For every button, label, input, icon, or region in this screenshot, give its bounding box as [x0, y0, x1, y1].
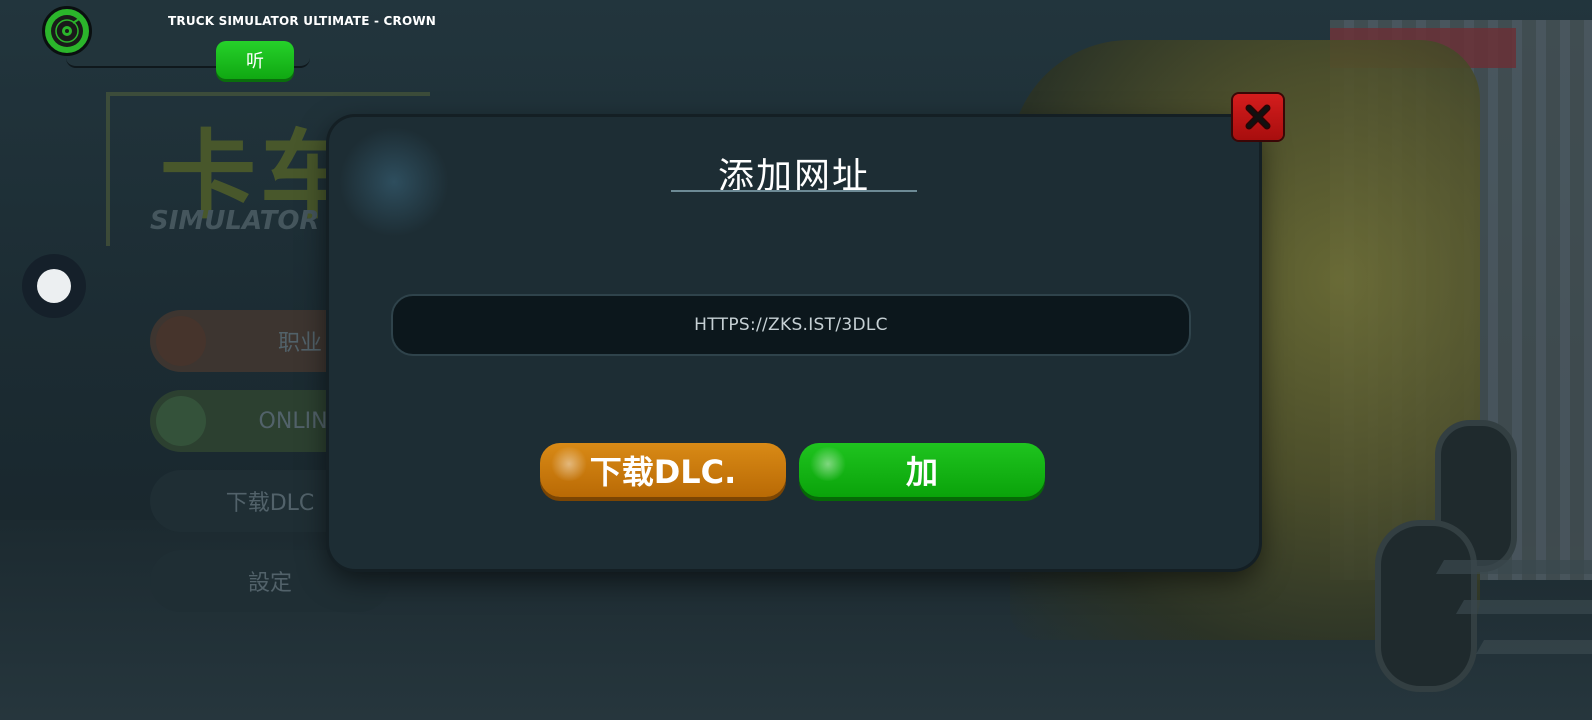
url-input[interactable]: HTTPS://ZKS.IST/3DLC [391, 294, 1191, 356]
add-url-dialog: 添加网址 HTTPS://ZKS.IST/3DLC 下载DLC. 加 [329, 117, 1259, 569]
download-dlc-button[interactable]: 下载DLC. [540, 443, 786, 497]
close-x-icon [1245, 104, 1271, 130]
add-label: 加 [905, 453, 938, 491]
download-dlc-label: 下载DLC. [589, 453, 737, 491]
joystick-knob[interactable] [37, 269, 71, 303]
person-icon [156, 316, 206, 366]
crosswalk-stripe [1455, 600, 1592, 614]
title-underline [671, 190, 917, 192]
button-shine [550, 447, 588, 481]
menu-download-dlc-label: 下载DLC [225, 491, 315, 516]
add-button[interactable]: 加 [799, 443, 1045, 497]
floating-joystick[interactable] [22, 254, 86, 318]
crosswalk-stripe [1435, 560, 1592, 574]
close-dialog-button[interactable] [1233, 94, 1283, 140]
menu-career-label: 职业 [277, 331, 322, 356]
menu-settings-label: 設定 [247, 571, 292, 596]
crosswalk-stripe [1475, 640, 1592, 654]
listen-button[interactable]: 听 [216, 41, 294, 79]
url-input-value[interactable]: HTTPS://ZKS.IST/3DLC [694, 315, 888, 335]
music-disc-icon[interactable] [42, 6, 92, 56]
music-track-title: TRUCK SIMULATOR ULTIMATE - CROWN [168, 14, 437, 28]
group-icon [156, 396, 206, 446]
music-widget: TRUCK SIMULATOR ULTIMATE - CROWN 听 [66, 0, 436, 79]
button-shine [809, 447, 847, 481]
